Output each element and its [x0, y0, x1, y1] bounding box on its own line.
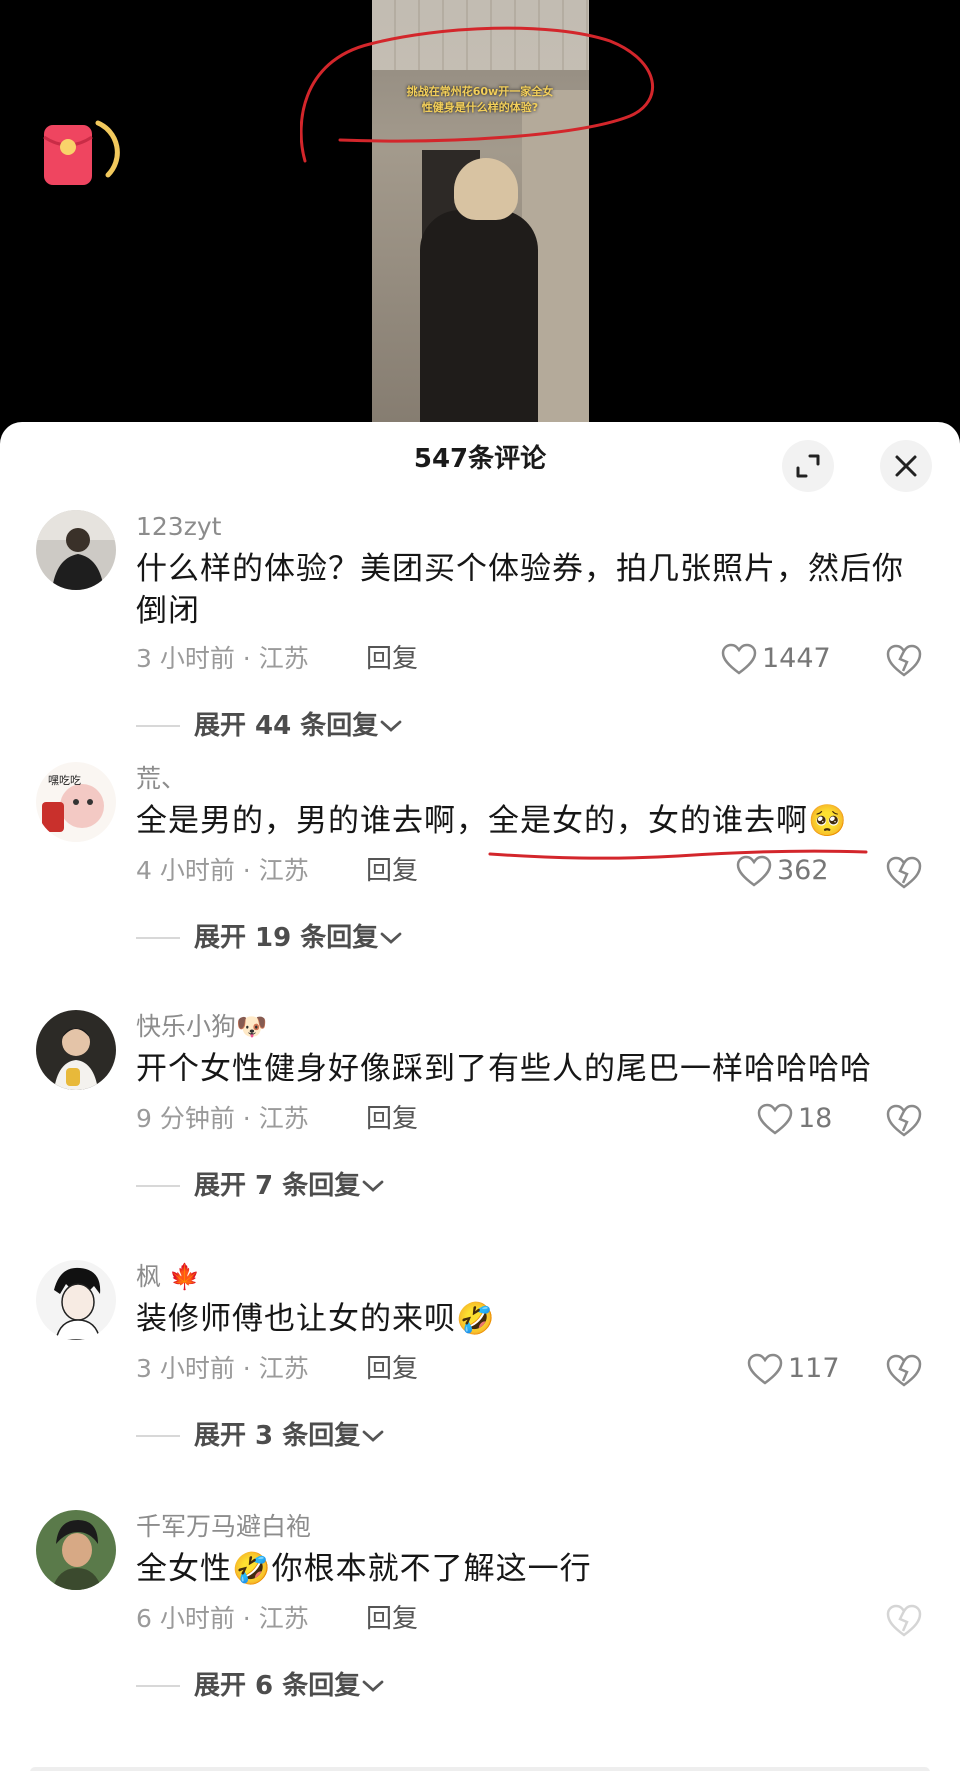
pleading-face-emoji: 🥺 [808, 803, 848, 839]
rolling-laughing-emoji: 🤣 [456, 1301, 496, 1337]
avatar[interactable] [36, 1010, 116, 1090]
avatar[interactable] [36, 1510, 116, 1590]
close-button[interactable] [880, 440, 932, 492]
video-player[interactable]: 挑战在常州花60w开一家全女 性健身是什么样的体验? [0, 0, 960, 430]
expand-divider [136, 937, 180, 939]
like-count: 1447 [762, 643, 831, 674]
avatar-image [36, 510, 116, 590]
expand-arrows-icon [796, 454, 820, 478]
avatar-image [36, 1260, 116, 1340]
comment-text-part2: 你根本就不了解这一行 [271, 1551, 592, 1587]
video-person-body [420, 210, 538, 430]
comments-sheet: 547条评论 123zyt 什么样的体验？美团买个体验券，拍几张照片，然后你倒闭… [0, 422, 960, 1771]
expand-replies-button[interactable]: 展开 44 条回复 [136, 706, 404, 746]
comment-username[interactable]: 快乐小狗🐶 [136, 1010, 267, 1044]
comment-text: 全女性🤣你根本就不了解这一行 [136, 1548, 916, 1590]
comment-text: 什么样的体验？美团买个体验券，拍几张照片，然后你倒闭 [136, 551, 904, 629]
comment-username-text: 快乐小狗 [136, 1012, 237, 1041]
like-button[interactable]: 117 [746, 1349, 840, 1389]
comment-username[interactable]: 枫 🍁 [136, 1260, 200, 1294]
like-count: 362 [777, 855, 829, 886]
broken-heart-icon[interactable] [884, 1100, 924, 1140]
comment-meta: 4 小时前 · 江苏 [136, 856, 309, 885]
expand-divider [136, 1435, 180, 1437]
expand-replies-button[interactable]: 展开 19 条回复 [136, 918, 404, 958]
expand-replies-label: 展开 3 条回复 [194, 1421, 361, 1451]
like-button[interactable]: 18 [756, 1099, 832, 1139]
avatar-image [36, 1510, 116, 1590]
avatar-image: 嘿吃吃 [36, 762, 116, 842]
comment-username[interactable]: 123zyt [136, 510, 221, 544]
avatar[interactable] [36, 1260, 116, 1340]
chevron-down-icon [380, 720, 402, 732]
rolling-laughing-emoji: 🤣 [232, 1551, 272, 1587]
comment-input-bar[interactable] [30, 1767, 930, 1771]
comment-meta: 6 小时前 · 江苏 [136, 1604, 309, 1633]
like-count: 18 [798, 1103, 833, 1134]
expand-divider [136, 1185, 180, 1187]
comment-text-part1: 全女性 [136, 1551, 232, 1587]
expand-replies-button[interactable]: 展开 3 条回复 [136, 1416, 386, 1456]
expand-replies-button[interactable]: 展开 6 条回复 [136, 1666, 386, 1706]
avatar[interactable]: 嘿吃吃 [36, 762, 116, 842]
comment-text: 开个女性健身好像踩到了有些人的尾巴一样哈哈哈哈 [136, 1051, 872, 1087]
expand-sheet-button[interactable] [782, 440, 834, 492]
expand-replies-button[interactable]: 展开 7 条回复 [136, 1166, 386, 1206]
close-icon [895, 455, 917, 477]
like-button[interactable]: 362 [735, 851, 829, 891]
comment-username[interactable]: 千军万马避白袍 [136, 1510, 311, 1544]
expand-divider [136, 1685, 180, 1687]
svg-text:嘿吃吃: 嘿吃吃 [48, 774, 81, 787]
reply-button[interactable]: 回复 [366, 1602, 418, 1636]
comment-meta: 9 分钟前 · 江苏 [136, 1104, 309, 1133]
like-button[interactable]: 1447 [720, 639, 831, 679]
like-count: 117 [788, 1353, 840, 1384]
broken-heart-icon[interactable] [884, 1600, 924, 1640]
chevron-down-icon [380, 932, 402, 944]
expand-replies-label: 展开 6 条回复 [194, 1671, 361, 1701]
reply-button[interactable]: 回复 [366, 1352, 418, 1386]
comment-meta: 3 小时前 · 江苏 [136, 644, 309, 673]
heart-icon [747, 1353, 783, 1385]
comment-username-text: 枫 [136, 1262, 162, 1291]
reply-button[interactable]: 回复 [366, 854, 418, 888]
comment-username[interactable]: 荒、 [136, 762, 186, 796]
expand-replies-label: 展开 44 条回复 [194, 711, 379, 741]
expand-divider [136, 725, 180, 727]
video-person-head [454, 158, 518, 220]
chevron-down-icon [362, 1430, 384, 1442]
avatar[interactable] [36, 510, 116, 590]
maple-leaf-emoji: 🍁 [168, 1262, 201, 1291]
expand-replies-label: 展开 7 条回复 [194, 1171, 361, 1201]
red-circle-annotation [300, 26, 655, 163]
chevron-down-icon [362, 1680, 384, 1692]
reply-button[interactable]: 回复 [366, 642, 418, 676]
avatar-image [36, 1010, 116, 1090]
dog-emoji: 🐶 [236, 1012, 268, 1041]
red-envelope-icon[interactable] [40, 115, 120, 195]
comment-meta: 3 小时前 · 江苏 [136, 1354, 309, 1383]
comment-text: 装修师傅也让女的来呗🤣 [136, 1298, 916, 1340]
heart-icon [757, 1103, 793, 1135]
chevron-down-icon [362, 1180, 384, 1192]
comment-text-body: 全是男的，男的谁去啊，全是女的，女的谁去啊 [136, 803, 808, 839]
comment-text-body: 装修师傅也让女的来呗 [136, 1301, 456, 1337]
broken-heart-icon[interactable] [884, 640, 924, 680]
broken-heart-icon[interactable] [884, 1350, 924, 1390]
expand-replies-label: 展开 19 条回复 [194, 923, 379, 953]
broken-heart-icon[interactable] [884, 852, 924, 892]
reply-button[interactable]: 回复 [366, 1102, 418, 1136]
heart-icon [721, 643, 757, 675]
comment-text: 全是男的，男的谁去啊，全是女的，女的谁去啊🥺 [136, 800, 916, 842]
heart-icon [736, 855, 772, 887]
